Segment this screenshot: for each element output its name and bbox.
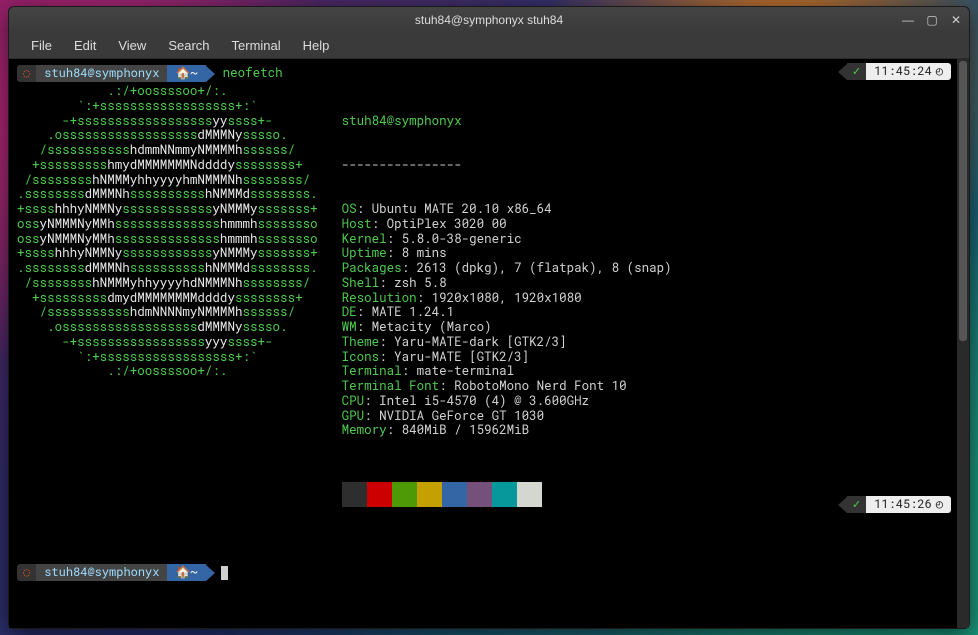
status-time-2: 11:45:26 ◴ (866, 496, 951, 513)
home-icon: 🏠 (175, 66, 190, 80)
color-swatch (392, 482, 417, 507)
info-row: Terminal: mate-terminal (342, 364, 672, 379)
ascii-logo: .:/+oossssoo+/:. `:+ssssssssssssssssss+:… (17, 84, 318, 536)
info-row: Resolution: 1920x1080, 1920x1080 (342, 291, 672, 306)
info-row: Theme: Yaru-MATE-dark [GTK2/3] (342, 335, 672, 350)
info-row: OS: Ubuntu MATE 20.10 x86_64 (342, 202, 672, 217)
color-swatch (467, 482, 492, 507)
clock-icon: ◴ (936, 497, 943, 511)
info-row: Uptime: 8 mins (342, 246, 672, 261)
status-ok-icon: ✓ (847, 496, 867, 513)
prompt-user-host: stuh84@symphonyx (36, 65, 167, 82)
menu-help[interactable]: Help (293, 36, 340, 55)
color-swatch (417, 482, 442, 507)
scrollbar[interactable] (957, 59, 969, 628)
terminal-window: stuh84@symphonyx stuh84 — ▢ ✕ File Edit … (8, 6, 970, 629)
color-swatch (517, 482, 542, 507)
prompt-line-2: ◌ stuh84@symphonyx 🏠 ~ (17, 564, 961, 581)
prompt-user-host: stuh84@symphonyx (36, 564, 167, 581)
terminal-area[interactable]: ✓ 11:45:24 ◴ ◌ stuh84@symphonyx 🏠 ~ neof… (9, 59, 969, 628)
menubar: File Edit View Search Terminal Help (9, 33, 969, 59)
minimize-button[interactable]: — (901, 13, 915, 27)
color-swatch (367, 482, 392, 507)
status-ok-icon: ✓ (847, 63, 867, 80)
color-swatch (442, 482, 467, 507)
menu-file[interactable]: File (21, 36, 62, 55)
scrollbar-thumb[interactable] (959, 61, 967, 341)
info-row: Shell: zsh 5.8 (342, 276, 672, 291)
neofetch-output: .:/+oossssoo+/:. `:+ssssssssssssssssss+:… (17, 84, 961, 536)
info-row: CPU: Intel i5-4570 (4) @ 3.600GHz (342, 394, 672, 409)
maximize-button[interactable]: ▢ (925, 13, 939, 27)
menu-search[interactable]: Search (158, 36, 219, 55)
info-row: WM: Metacity (Marco) (342, 320, 672, 335)
info-row: DE: MATE 1.24.1 (342, 305, 672, 320)
info-row: Packages: 2613 (dpkg), 7 (flatpak), 8 (s… (342, 261, 672, 276)
status-time-1: 11:45:24 ◴ (866, 63, 951, 80)
menu-view[interactable]: View (108, 36, 156, 55)
prompt-line-1: ◌ stuh84@symphonyx 🏠 ~ neofetch (17, 65, 961, 82)
close-button[interactable]: ✕ (949, 13, 963, 27)
info-row: Kernel: 5.8.0-38-generic (342, 232, 672, 247)
info-row: Terminal Font: RobotoMono Nerd Font 10 (342, 379, 672, 394)
distro-icon: ◌ (17, 65, 36, 82)
home-icon: 🏠 (175, 565, 190, 579)
color-palette (342, 482, 672, 507)
info-row: Memory: 840MiB / 15962MiB (342, 423, 672, 438)
titlebar[interactable]: stuh84@symphonyx stuh84 — ▢ ✕ (9, 7, 969, 33)
prompt-path: 🏠 ~ (167, 65, 205, 82)
prompt-path: 🏠 ~ (167, 564, 205, 581)
color-swatch (342, 482, 367, 507)
system-info: stuh84@symphonyx ---------------- OS: Ub… (342, 84, 672, 536)
menu-terminal[interactable]: Terminal (222, 36, 291, 55)
right-status-1: ✓ 11:45:24 ◴ (838, 63, 951, 80)
prompt-cap (206, 565, 215, 581)
info-row: GPU: NVIDIA GeForce GT 1030 (342, 409, 672, 424)
command-text: neofetch (223, 66, 283, 81)
window-title: stuh84@symphonyx stuh84 (415, 13, 563, 27)
menu-edit[interactable]: Edit (64, 36, 106, 55)
cursor (221, 566, 228, 580)
window-controls: — ▢ ✕ (901, 7, 963, 33)
right-status-2: ✓ 11:45:26 ◴ (838, 496, 951, 513)
color-swatch (492, 482, 517, 507)
info-row: Icons: Yaru-MATE [GTK2/3] (342, 350, 672, 365)
prompt-cap (206, 66, 215, 82)
info-dashes: ---------------- (342, 158, 672, 173)
info-row: Host: OptiPlex 3020 00 (342, 217, 672, 232)
distro-icon: ◌ (17, 564, 36, 581)
info-header: stuh84@symphonyx (342, 114, 672, 129)
clock-icon: ◴ (936, 64, 943, 78)
